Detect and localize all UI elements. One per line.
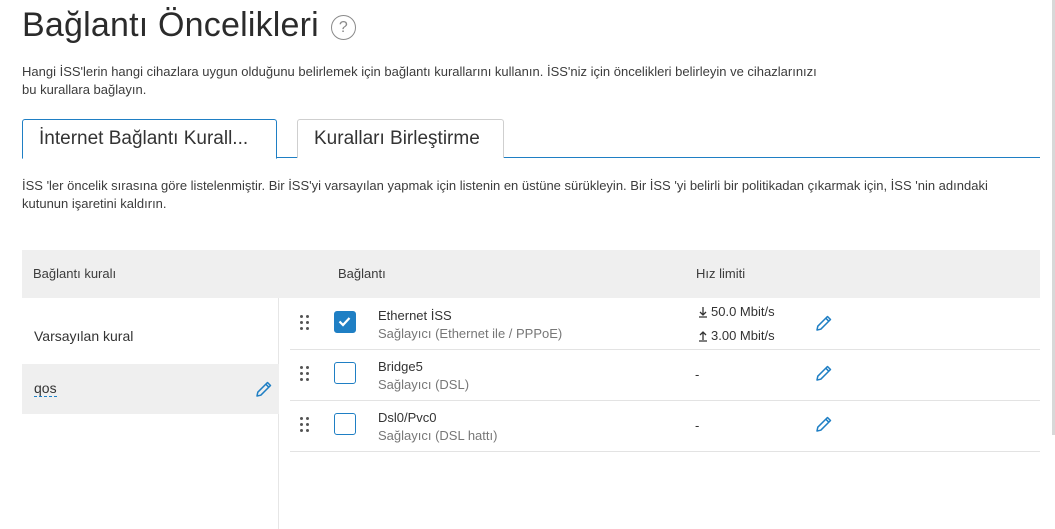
connection-row: Dsl0/Pvc0 Sağlayıcı (DSL hattı) -	[290, 401, 1040, 452]
connection-provider: Sağlayıcı (Ethernet ile / PPPoE)	[378, 326, 563, 341]
help-icon[interactable]: ?	[330, 15, 356, 40]
tab-merge-rules[interactable]: Kuralları Birleştirme	[297, 119, 504, 158]
speed-limit-value: -	[695, 367, 700, 382]
connection-name: Ethernet İSS	[378, 308, 452, 323]
download-speed: 50.0 Mbit/s	[698, 304, 775, 319]
upload-speed: 3.00 Mbit/s	[698, 328, 775, 343]
connection-checkbox[interactable]	[334, 362, 356, 384]
header-rule: Bağlantı kuralı	[33, 266, 117, 281]
rule-item-label: qos	[34, 380, 57, 397]
upload-speed-value: 3.00 Mbit/s	[711, 328, 775, 343]
connection-row: Bridge5 Sağlayıcı (DSL) -	[290, 350, 1040, 401]
download-speed-value: 50.0 Mbit/s	[711, 304, 775, 319]
pencil-icon[interactable]	[814, 414, 834, 434]
tab-internet-connection-rules[interactable]: İnternet Bağlantı Kurall...	[22, 119, 277, 159]
rule-list: Varsayılan kural qos	[22, 298, 279, 529]
connection-provider: Sağlayıcı (DSL)	[378, 377, 470, 392]
rule-item-default[interactable]: Varsayılan kural	[22, 312, 279, 362]
drag-handle-icon[interactable]	[300, 315, 310, 331]
checkmark-icon	[338, 317, 351, 327]
pencil-icon[interactable]	[814, 313, 834, 333]
drag-handle-icon[interactable]	[300, 366, 310, 382]
drag-handle-icon[interactable]	[300, 417, 310, 433]
connection-name: Bridge5	[378, 359, 423, 374]
connection-provider: Sağlayıcı (DSL hattı)	[378, 428, 498, 443]
intro-text: Hangi İSS'lerin hangi cihazlara uygun ol…	[22, 64, 817, 97]
upload-arrow-icon	[699, 330, 707, 342]
connection-row: Ethernet İSS Sağlayıcı (Ethernet ile / P…	[290, 299, 1040, 350]
connection-checkbox[interactable]	[334, 413, 356, 435]
header-speed-limit: Hız limiti	[696, 266, 746, 281]
pencil-icon[interactable]	[254, 379, 274, 399]
table-header: Bağlantı kuralı Bağlantı Hız limiti	[22, 250, 1040, 298]
tab-bar: İnternet Bağlantı Kurall... Kuralları Bi…	[22, 119, 1040, 159]
tab-description: İSS 'ler öncelik sırasına göre listelenm…	[22, 178, 988, 211]
connection-name: Dsl0/Pvc0	[378, 410, 437, 425]
speed-limit-value: -	[695, 418, 700, 433]
page-title: Bağlantı Öncelikleri ?	[22, 6, 356, 45]
rule-item-qos[interactable]: qos	[22, 364, 279, 414]
rule-item-label: Varsayılan kural	[34, 328, 134, 344]
page-title-text: Bağlantı Öncelikleri	[22, 6, 319, 44]
download-arrow-icon	[699, 306, 707, 318]
connection-checkbox[interactable]	[334, 311, 356, 333]
pencil-icon[interactable]	[814, 363, 834, 383]
header-connection: Bağlantı	[338, 266, 386, 281]
